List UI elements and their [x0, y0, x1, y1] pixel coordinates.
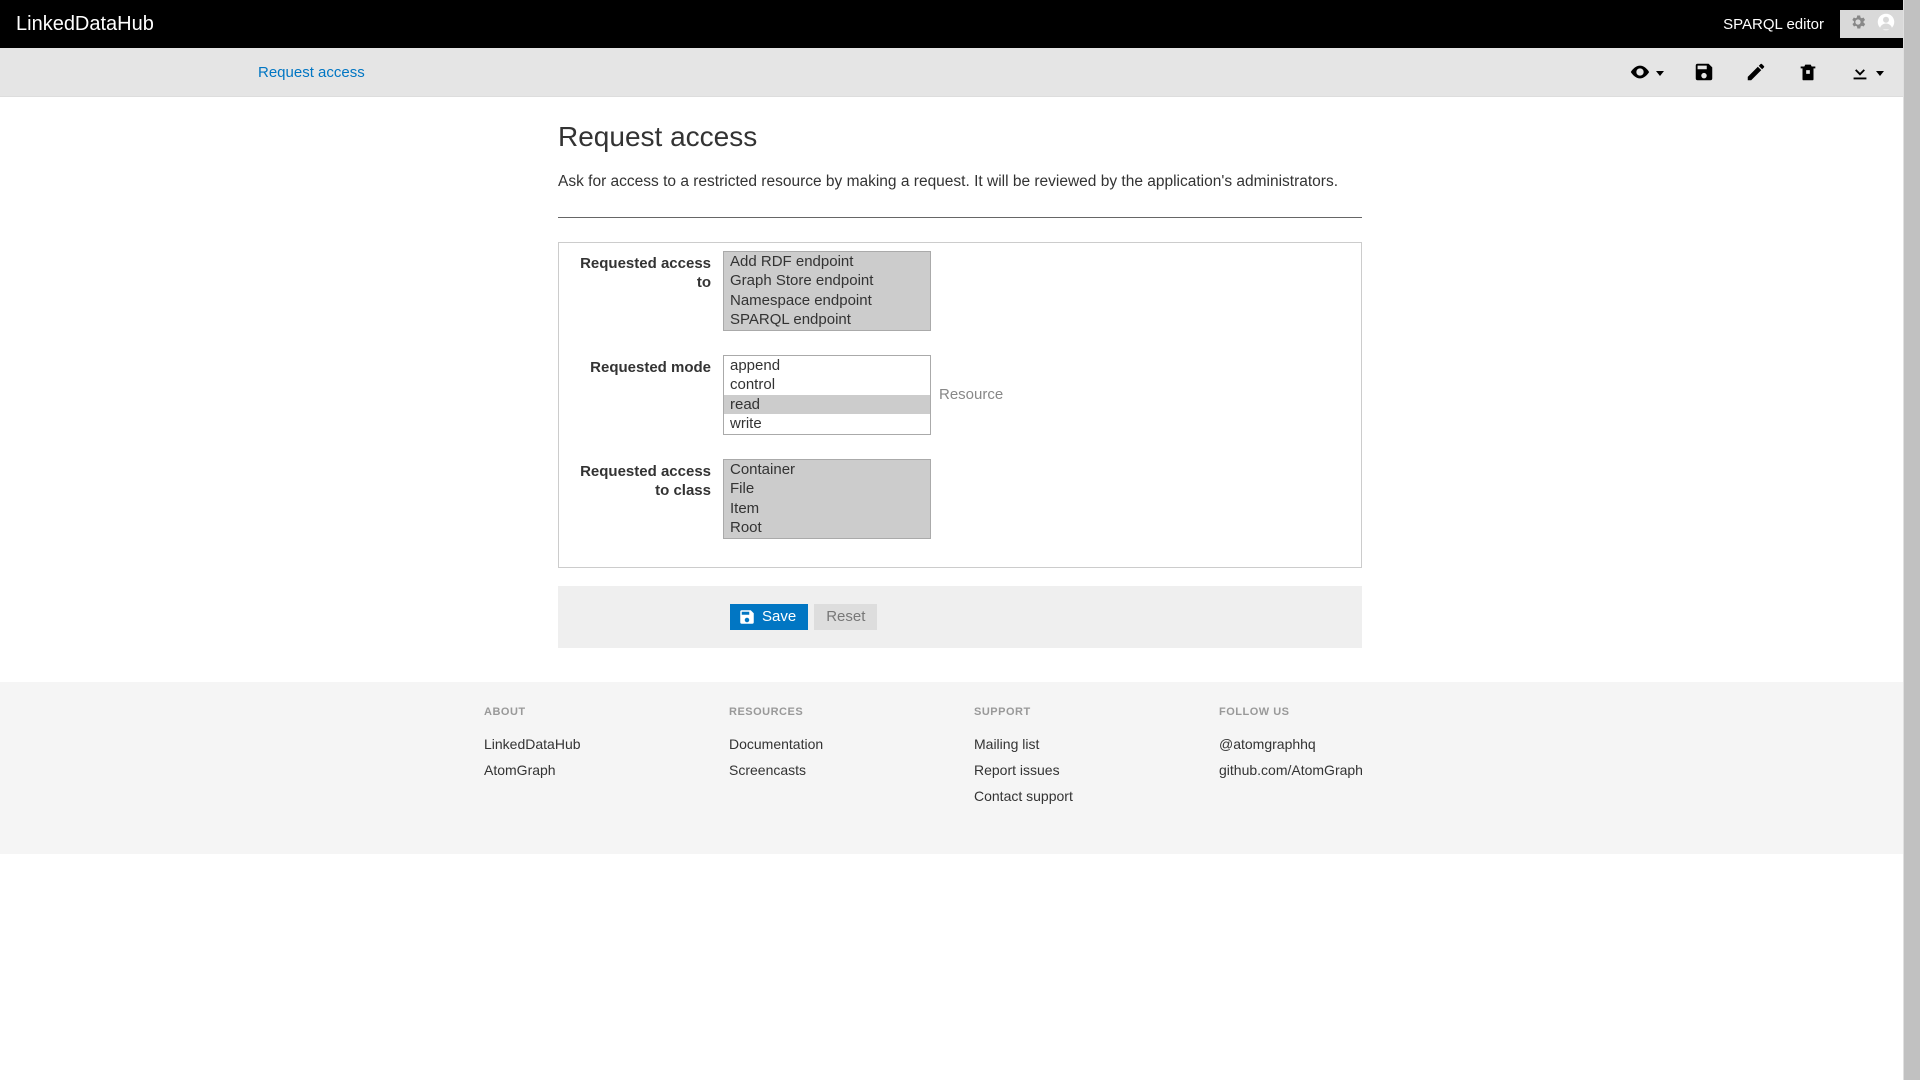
footer-about: About LinkedDataHub AtomGraph — [470, 706, 715, 814]
user-icon — [1877, 13, 1895, 35]
page-title: Request access — [558, 121, 1362, 153]
label-access-to-class: Requested access to class — [567, 459, 723, 501]
download-button[interactable] — [1848, 60, 1884, 84]
footer-link[interactable]: Documentation — [729, 736, 960, 752]
footer-resources: Resources Documentation Screencasts — [715, 706, 960, 814]
window-scrollbar[interactable] — [1903, 0, 1920, 1080]
row-access-to: Requested access to Add RDF endpoint Gra… — [559, 243, 1361, 349]
footer-follow: Follow Us @atomgraphhq github.com/AtomGr… — [1205, 706, 1450, 814]
visibility-button[interactable] — [1628, 60, 1664, 84]
list-item[interactable]: Graph Store endpoint — [724, 271, 930, 291]
listbox-access-to-class[interactable]: Container File Item Root — [723, 459, 931, 539]
row-access-to-class: Requested access to class Container File… — [559, 453, 1361, 557]
topbar: LinkedDataHub SPARQL editor — [0, 0, 1920, 48]
list-item[interactable]: Root — [724, 518, 930, 538]
list-item[interactable]: Namespace endpoint — [724, 291, 930, 311]
list-item[interactable]: Container — [724, 460, 930, 480]
page-description: Ask for access to a restricted resource … — [558, 171, 1362, 193]
list-item[interactable]: Item — [724, 499, 930, 519]
save-button[interactable]: Save — [730, 604, 808, 630]
pencil-icon — [1745, 61, 1767, 83]
footer-link[interactable]: Mailing list — [974, 736, 1205, 752]
topbar-right: SPARQL editor — [1723, 10, 1904, 38]
row-mode: Requested mode append control read write… — [559, 349, 1361, 453]
footer: About LinkedDataHub AtomGraph Resources … — [0, 682, 1920, 854]
divider — [558, 217, 1362, 218]
reset-button[interactable]: Reset — [814, 604, 877, 630]
footer-link[interactable]: @atomgraphhq — [1219, 736, 1450, 752]
footer-link[interactable]: Report issues — [974, 762, 1205, 778]
request-form: Requested access to Add RDF endpoint Gra… — [558, 242, 1362, 568]
breadcrumb[interactable]: Request access — [258, 64, 365, 81]
mode-side-label: Resource — [939, 386, 1003, 403]
list-item[interactable]: Add RDF endpoint — [724, 252, 930, 272]
list-item[interactable]: append — [724, 356, 930, 376]
action-toolbar — [1628, 60, 1920, 84]
footer-support: Support Mailing list Report issues Conta… — [960, 706, 1205, 814]
list-item[interactable]: control — [724, 375, 930, 395]
settings-user-button[interactable] — [1840, 10, 1904, 38]
eye-icon — [1628, 60, 1652, 84]
label-mode: Requested mode — [567, 355, 723, 378]
subbar: Request access — [0, 48, 1920, 97]
main-content: Request access Ask for access to a restr… — [558, 97, 1362, 648]
footer-link[interactable]: github.com/AtomGraph — [1219, 762, 1450, 778]
footer-link[interactable]: AtomGraph — [484, 762, 715, 778]
save-action-button[interactable] — [1692, 60, 1716, 84]
footer-link[interactable]: Screencasts — [729, 762, 960, 778]
list-item[interactable]: SPARQL endpoint — [724, 310, 930, 330]
trash-icon — [1797, 61, 1819, 83]
footer-link[interactable]: LinkedDataHub — [484, 736, 715, 752]
edit-button[interactable] — [1744, 60, 1768, 84]
label-access-to: Requested access to — [567, 251, 723, 293]
list-item[interactable]: File — [724, 479, 930, 499]
floppy-icon — [738, 608, 756, 626]
footer-link[interactable]: Contact support — [974, 788, 1205, 804]
sparql-editor-link[interactable]: SPARQL editor — [1723, 16, 1824, 33]
listbox-access-to[interactable]: Add RDF endpoint Graph Store endpoint Na… — [723, 251, 931, 331]
form-buttons: Save Reset — [558, 586, 1362, 648]
list-item[interactable]: write — [724, 414, 930, 434]
delete-button[interactable] — [1796, 60, 1820, 84]
list-item[interactable]: read — [724, 395, 930, 415]
download-icon — [1848, 60, 1872, 84]
listbox-mode[interactable]: append control read write — [723, 355, 931, 435]
floppy-icon — [1693, 61, 1715, 83]
gear-icon — [1849, 13, 1867, 35]
app-brand[interactable]: LinkedDataHub — [16, 13, 154, 36]
